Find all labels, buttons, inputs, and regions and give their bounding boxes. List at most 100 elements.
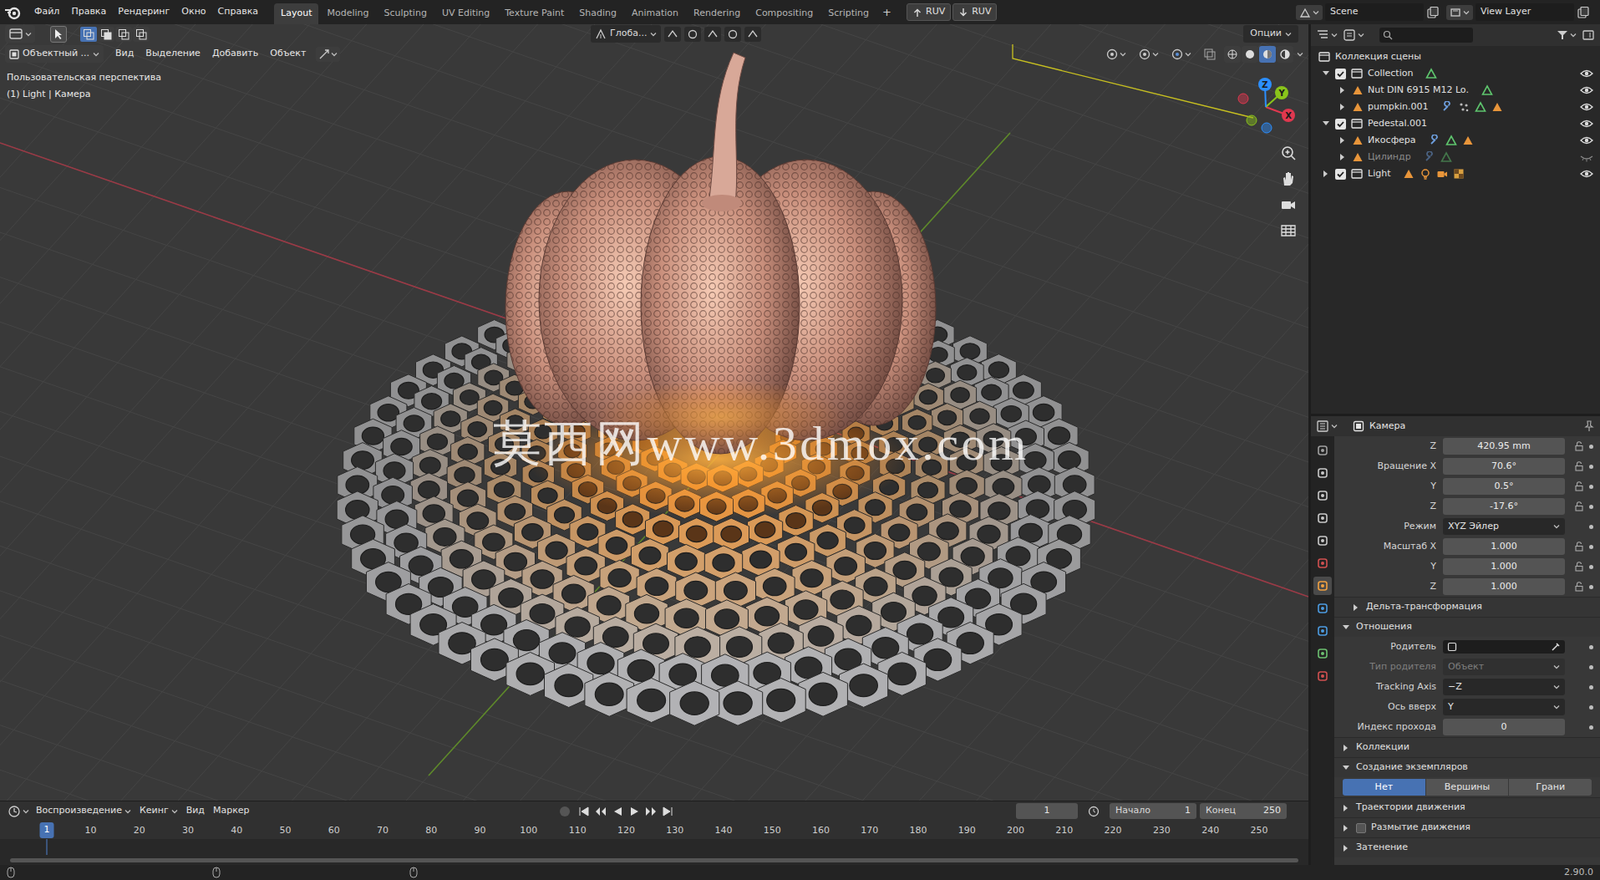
panel-checkbox[interactable]	[1356, 822, 1367, 834]
playback-button[interactable]	[594, 805, 607, 818]
view-layer-type-button[interactable]	[1446, 5, 1474, 21]
end-frame-field[interactable]: Конец250	[1199, 802, 1287, 819]
playback-button[interactable]	[645, 805, 657, 818]
workspace-label[interactable]: Texture Paint	[504, 7, 564, 19]
playback-button[interactable]	[628, 805, 640, 818]
add-workspace-button[interactable]: +	[877, 1, 897, 26]
lock-icon[interactable]	[1574, 441, 1585, 452]
options-dropdown[interactable]: Опции	[1243, 25, 1299, 43]
workspace-tab[interactable]: Sculpting	[377, 3, 434, 26]
expand-arrow-icon[interactable]	[1337, 101, 1348, 112]
menu-item[interactable]: Справка	[212, 2, 265, 22]
lock-icon[interactable]	[1574, 581, 1585, 592]
shading-mode-button[interactable]	[1259, 45, 1276, 63]
expand-arrow-icon[interactable]	[1337, 152, 1348, 163]
number-field[interactable]: 0	[1442, 718, 1565, 736]
keyframe-dot[interactable]	[1589, 564, 1594, 569]
duplicate-icon[interactable]	[1576, 5, 1590, 20]
shading-mode-button[interactable]	[1276, 45, 1294, 63]
collection-checkbox[interactable]	[1335, 118, 1347, 130]
playback-button[interactable]	[611, 805, 624, 818]
workspace-tab[interactable]: Shading	[572, 3, 624, 26]
select-mode-button[interactable]	[97, 26, 115, 42]
properties-tab[interactable]	[1313, 441, 1332, 460]
navigation-button[interactable]	[1278, 142, 1299, 163]
sync-button[interactable]: RUV	[952, 3, 997, 21]
display-mode-button[interactable]	[1342, 28, 1365, 42]
outliner-item-label[interactable]: Nut DIN 6915 M12 Lo.	[1367, 83, 1469, 98]
workspace-tab[interactable]: Texture Paint	[497, 3, 571, 26]
record-button[interactable]	[559, 806, 570, 817]
timeline-menu[interactable]: Воспроизведение	[31, 803, 136, 818]
collection-checkbox[interactable]	[1335, 68, 1347, 80]
workspace-label[interactable]: Modeling	[326, 7, 369, 19]
eyedropper-icon[interactable]	[1550, 641, 1561, 652]
expand-arrow-icon[interactable]	[1320, 168, 1331, 179]
visibility-eye-icon[interactable]	[1579, 117, 1594, 130]
number-field[interactable]: 1.000	[1442, 558, 1565, 575]
mode-dropdown[interactable]: Объектный ...	[5, 45, 104, 63]
lock-icon[interactable]	[1574, 501, 1585, 512]
segment-button[interactable]: Грани	[1508, 778, 1592, 796]
properties-tab[interactable]	[1313, 463, 1332, 483]
mesh-icon[interactable]	[1445, 134, 1458, 147]
visibility-eye-icon[interactable]	[1579, 134, 1594, 147]
number-field[interactable]: 420.95 mm	[1442, 437, 1565, 455]
visibility-toggle[interactable]	[1102, 45, 1129, 63]
editor-type-button[interactable]	[1315, 419, 1338, 433]
xray-toggle[interactable]	[1200, 45, 1220, 63]
outliner-row[interactable]: pumpkin.001	[1310, 98, 1600, 116]
outliner-row[interactable]: Nut DIN 6915 M12 Lo.	[1310, 81, 1600, 99]
workspace-label[interactable]: Compositing	[755, 7, 813, 19]
outliner-item-label[interactable]: pumpkin.001	[1367, 100, 1429, 115]
modifier-icon[interactable]	[1428, 134, 1441, 147]
expand-arrow-icon[interactable]	[1337, 85, 1348, 96]
number-field[interactable]: 1.000	[1442, 538, 1565, 555]
pivot-button[interactable]	[664, 26, 681, 42]
playhead[interactable]: 1	[40, 822, 55, 839]
outliner-item-label[interactable]: Цилиндр	[1367, 150, 1412, 165]
snap-target-button[interactable]	[704, 26, 722, 42]
menu-item[interactable]: Рендеринг	[111, 2, 176, 22]
orientation-dropdown[interactable]: Глоба...	[590, 25, 661, 43]
visibility-eye-icon[interactable]	[1579, 167, 1594, 180]
shading-mode-button[interactable]	[1241, 45, 1259, 63]
viewport-menu[interactable]: Выделение	[140, 45, 206, 63]
properties-tab[interactable]	[1313, 486, 1332, 505]
keyframe-dot[interactable]	[1589, 464, 1594, 469]
keyframe-dot[interactable]	[1589, 504, 1594, 509]
object-picker-field[interactable]	[1442, 640, 1565, 654]
menu-item[interactable]: Окно	[175, 2, 212, 22]
lock-icon[interactable]	[1574, 461, 1585, 472]
3d-viewport[interactable]: Глоба...ОпцииОбъектный ...ВидВыделениеДо…	[0, 24, 1309, 801]
playback-button[interactable]	[661, 805, 674, 818]
pin-icon[interactable]	[1583, 420, 1595, 432]
number-field[interactable]: 70.6°	[1442, 457, 1565, 475]
modifier-icon[interactable]	[1441, 101, 1453, 113]
keyframe-dot[interactable]	[1589, 484, 1594, 489]
view-layer-field[interactable]: View Layer	[1475, 3, 1575, 21]
light-icon[interactable]	[1419, 167, 1432, 180]
menu-item[interactable]: Файл	[28, 2, 66, 22]
blender-logo-icon[interactable]	[3, 4, 24, 21]
workspace-label[interactable]: Layout	[280, 7, 312, 19]
timeline-menu[interactable]: Вид	[182, 803, 209, 818]
properties-tab[interactable]	[1313, 531, 1332, 550]
outliner-row[interactable]: Цилиндр	[1310, 148, 1600, 166]
mesh-icon[interactable]	[1425, 67, 1438, 80]
workspace-label[interactable]: Scripting	[827, 7, 869, 19]
menu-item[interactable]: Правка	[65, 2, 112, 22]
outliner-row[interactable]: Pedestal.001	[1310, 115, 1600, 133]
dropdown-field[interactable]: Y	[1442, 698, 1565, 716]
current-frame-field[interactable]: 1	[1015, 802, 1078, 819]
duplicate-icon[interactable]	[1426, 5, 1440, 20]
navigation-button[interactable]	[1278, 220, 1299, 241]
overlay-toggle[interactable]	[1168, 45, 1194, 63]
keyframe-dot[interactable]	[1589, 524, 1594, 529]
timeline-menu[interactable]: Кеинг	[135, 803, 183, 818]
new-collection-icon[interactable]	[1581, 28, 1595, 42]
gizmo-axis[interactable]	[1281, 108, 1296, 122]
falloff-button[interactable]	[744, 26, 762, 42]
outliner-root-label[interactable]: Коллекция сцены	[1335, 50, 1422, 65]
object-icon[interactable]	[1491, 101, 1504, 113]
